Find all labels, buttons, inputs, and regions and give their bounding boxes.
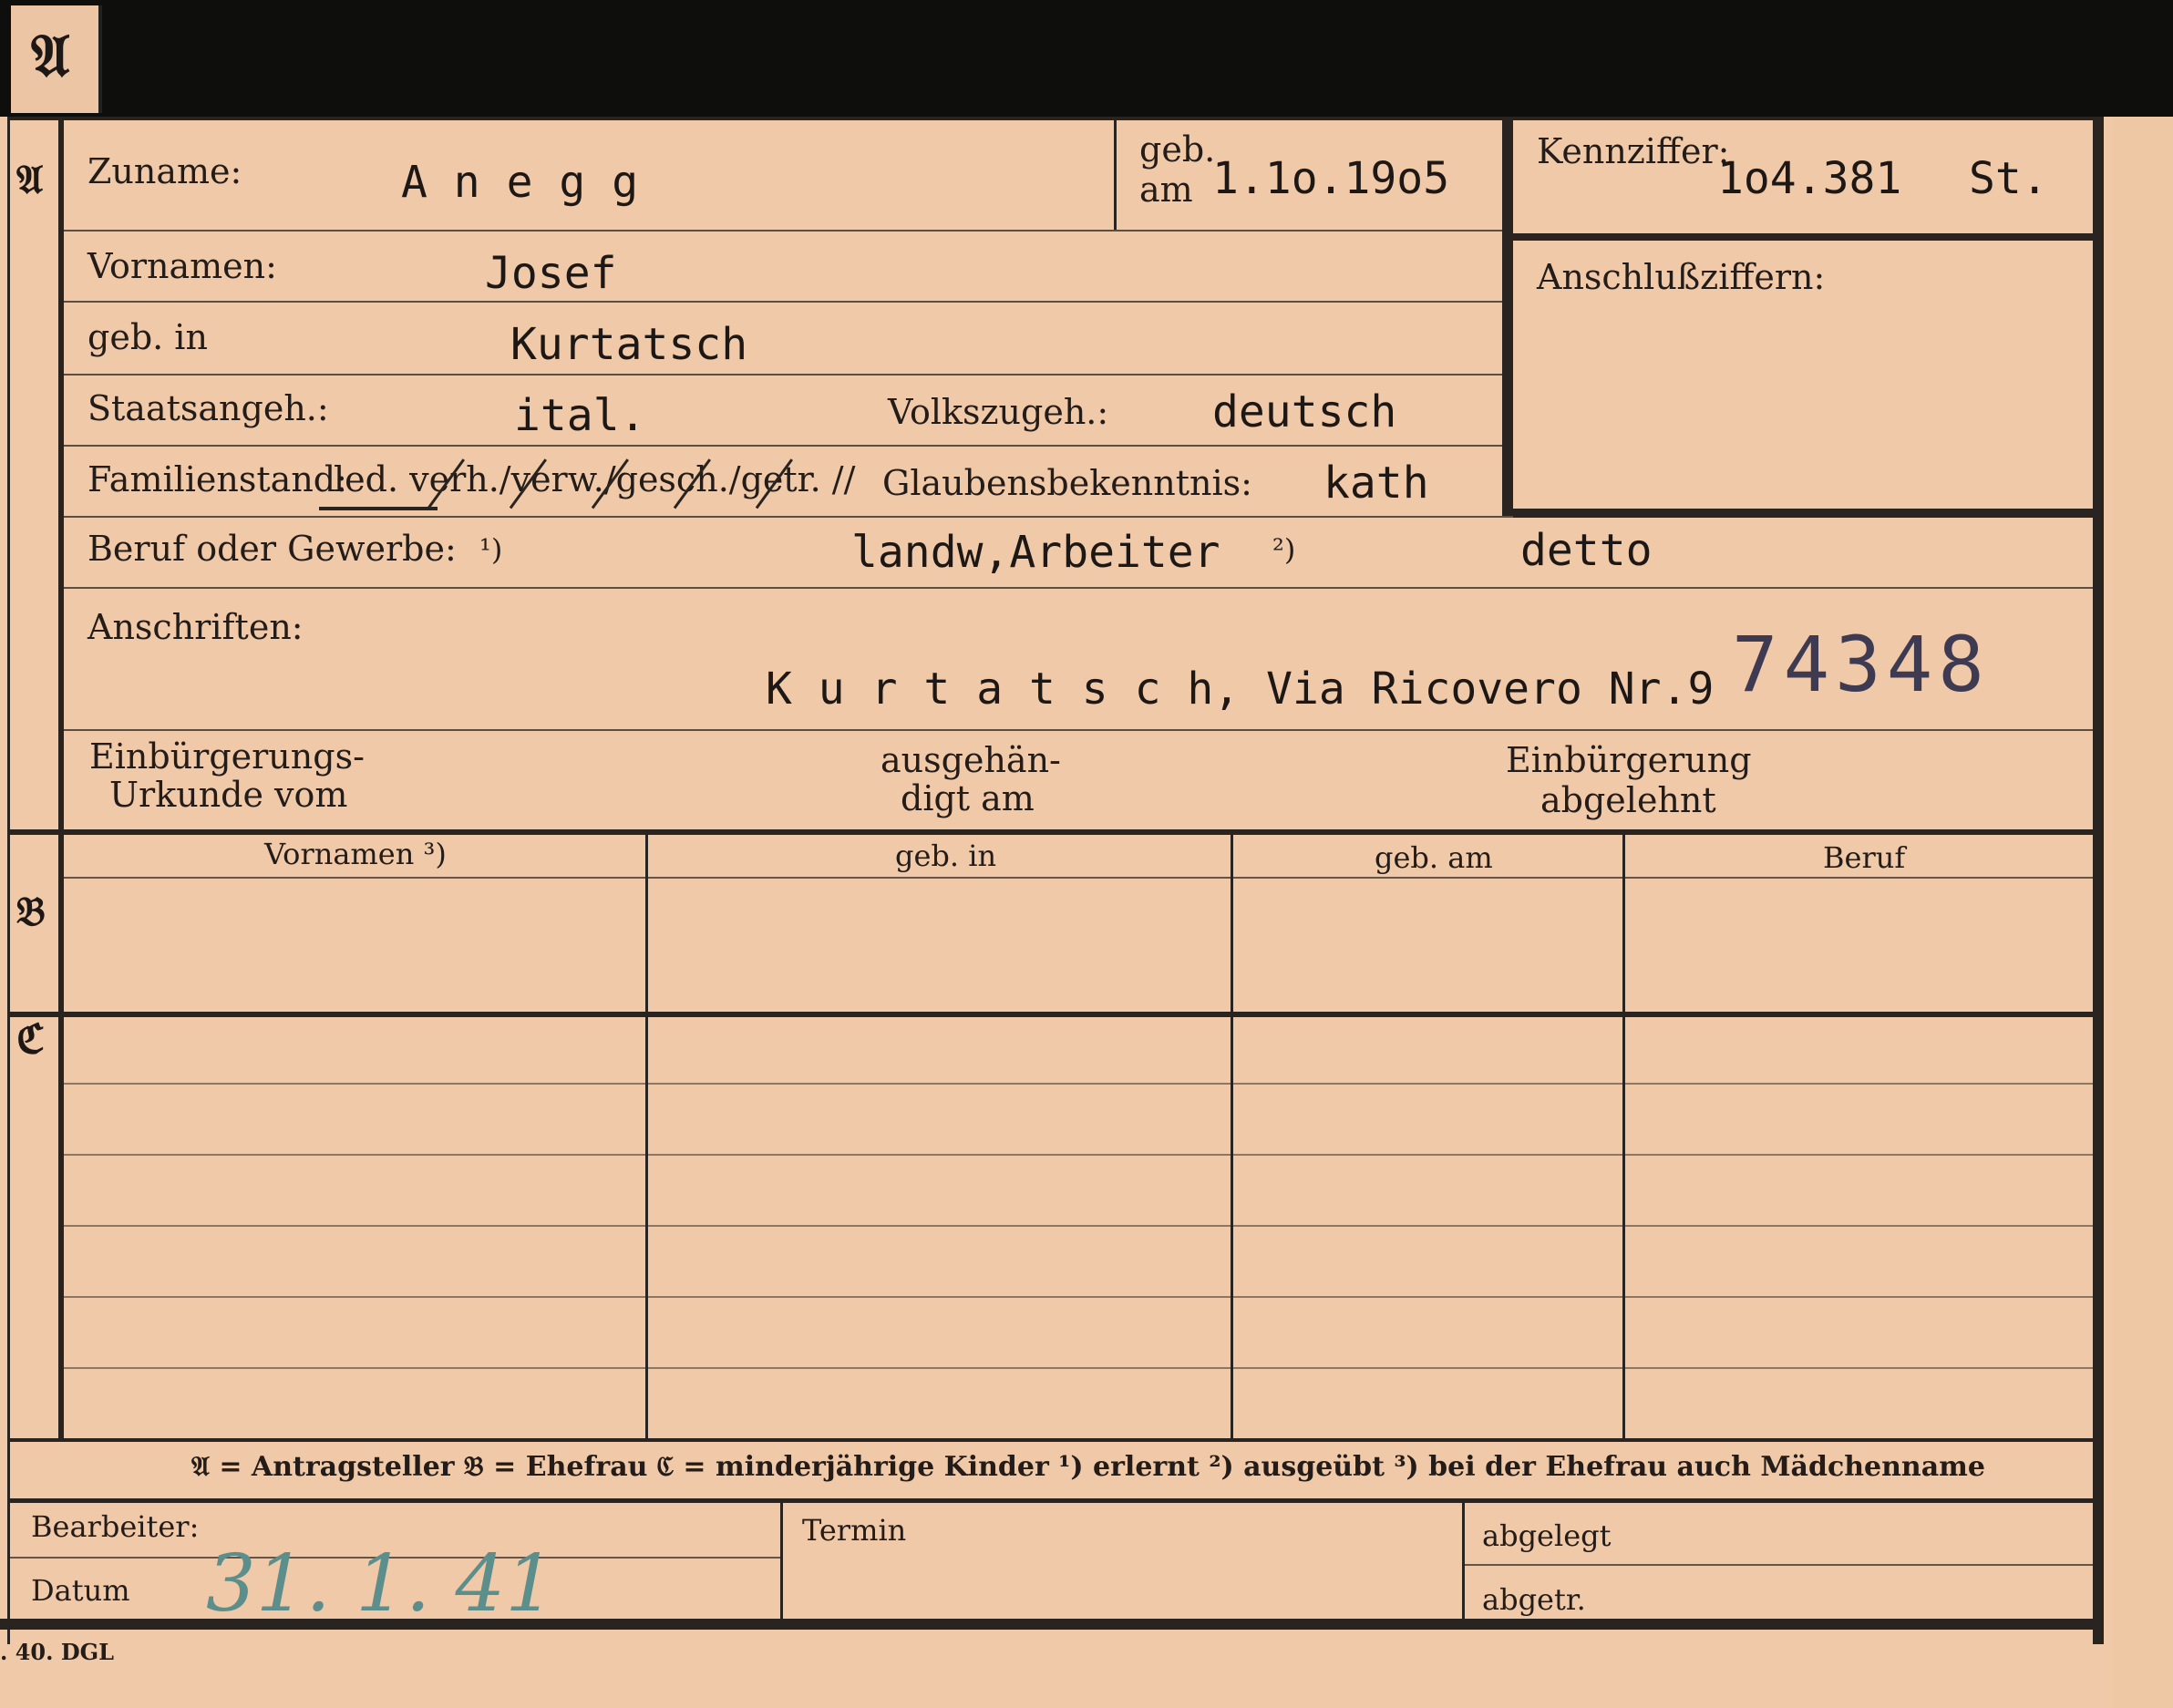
ausgehaendigt-label-2: digt am	[901, 778, 1035, 818]
geb-am-value: 1.1o.19o5	[1212, 153, 1450, 204]
registration-card: 𝔄 𝔄 𝔅 ℭ Zuname: A n e g g geb. am 1.1o.1…	[0, 0, 2173, 1708]
footer-col-line-2	[1462, 1502, 1465, 1621]
legend-bottom-line	[9, 1498, 2098, 1503]
table-header-vornamen: Vornamen ³)	[264, 837, 447, 871]
abgelegt-label: abgelegt	[1482, 1518, 1612, 1553]
datum-handwritten-value: 31. 1. 41	[206, 1538, 555, 1630]
beruf-ausgeuebt-value: detto	[1520, 525, 1653, 576]
table-col-line-1	[645, 833, 648, 1440]
section-c-top-line	[9, 1012, 2098, 1017]
geb-in-value: Kurtatsch	[510, 319, 748, 370]
tab-letter: 𝔄	[31, 22, 70, 90]
termin-label: Termin	[802, 1513, 907, 1548]
glaubensbekenntnis-value: kath	[1323, 458, 1429, 509]
familienstand-label: Familienstand:	[88, 459, 347, 499]
footer-col-line-1	[780, 1502, 783, 1621]
row-line-3	[64, 374, 1504, 376]
volkszugeh-value: deutsch	[1212, 386, 1397, 437]
anschrift-value: K u r t a t s c h, Via Ricovero Nr.9	[766, 664, 1715, 715]
section-c-label: ℭ	[16, 1016, 45, 1063]
beruf-footnote-1: ¹)	[479, 532, 503, 567]
section-tab: 𝔄	[11, 5, 102, 113]
beruf-label: Beruf oder Gewerbe:	[88, 529, 457, 569]
geb-in-label: geb. in	[88, 317, 208, 357]
staatsangeh-label: Staatsangeh.:	[88, 388, 329, 428]
kennziffer-divider	[1502, 117, 1513, 516]
geb-am-label-line2: am	[1139, 170, 1193, 210]
vornamen-value: Josef	[485, 248, 617, 299]
c-row-line-4	[64, 1296, 2096, 1298]
vornamen-label: Vornamen:	[88, 246, 277, 286]
einbuergerungs-label-2: Urkunde vom	[109, 775, 348, 815]
footer-row-line-right	[1464, 1564, 2096, 1566]
beruf-erlernt-value: landw,Arbeiter	[851, 527, 1220, 578]
table-header-geb-am: geb. am	[1375, 840, 1493, 875]
bearbeiter-label: Bearbeiter:	[31, 1509, 200, 1544]
c-row-line-2	[64, 1154, 2096, 1156]
c-row-line-5	[64, 1367, 2096, 1369]
volkszugeh-label: Volkszugeh.:	[888, 392, 1109, 432]
row-line-5	[64, 516, 2096, 518]
frame-right-line	[2093, 117, 2104, 1644]
beruf-footnote-2: ²)	[1272, 532, 1296, 567]
c-row-line-3	[64, 1225, 2096, 1227]
glaubensbekenntnis-label: Glaubensbekenntnis:	[882, 463, 1252, 503]
section-b-label: 𝔅	[16, 889, 46, 935]
table-col-line-3	[1622, 833, 1625, 1440]
abgetr-label: abgetr.	[1482, 1582, 1586, 1617]
row-line-1	[64, 230, 1504, 232]
datum-label: Datum	[31, 1573, 130, 1608]
scan-top-background	[0, 0, 2173, 117]
staatsangeh-value: ital.	[514, 390, 646, 441]
einbuergerung-abgelehnt-label-2: abgelehnt	[1540, 780, 1716, 820]
frame-left-edge	[7, 117, 10, 1644]
row-line-2	[64, 301, 1504, 303]
table-col-line-2	[1231, 833, 1233, 1440]
geb-am-divider	[1114, 117, 1117, 230]
zuname-value: A n e g g	[401, 157, 639, 208]
c-row-line-1	[64, 1083, 2096, 1085]
section-a-label: 𝔄	[16, 157, 44, 203]
geb-am-label-line1: geb.	[1139, 129, 1216, 170]
kennziffer-bottom-line	[1513, 233, 2096, 241]
table-header-geb-in: geb. in	[895, 839, 997, 873]
frame-top-line	[9, 117, 2098, 120]
kennziffer-value: 1o4.381	[1717, 153, 1902, 204]
row-line-4	[64, 445, 1504, 447]
einbuergerung-abgelehnt-label-1: Einbürgerung	[1506, 740, 1752, 780]
print-code: . 40. DGL	[0, 1639, 115, 1665]
legend-top-line	[9, 1438, 2098, 1442]
anschriften-label: Anschriften:	[88, 607, 304, 647]
einbuergerungs-label-1: Einbürgerungs-	[89, 736, 365, 777]
section-b-header-line	[64, 877, 2096, 879]
section-b-top-line	[9, 829, 2098, 835]
legend-text: 𝔄 = Antragsteller 𝔅 = Ehefrau ℭ = minder…	[191, 1451, 1986, 1483]
familienstand-underline	[319, 507, 438, 510]
scan-right-background	[2113, 117, 2173, 1708]
kennziffer-label: Kennziffer:	[1537, 131, 1730, 171]
anschlussziffern-label: Anschlußziffern:	[1537, 257, 1826, 297]
frame-left-inner-line	[58, 117, 64, 1438]
zuname-label: Zuname:	[88, 151, 242, 191]
stamp-number: 74348	[1732, 620, 1990, 709]
ausgehaendigt-label-1: ausgehän-	[881, 740, 1061, 780]
kennziffer-suffix: St.	[1969, 153, 2048, 204]
row-line-6	[64, 587, 2096, 589]
row-line-7	[64, 729, 2096, 731]
table-header-beruf: Beruf	[1823, 840, 1906, 875]
